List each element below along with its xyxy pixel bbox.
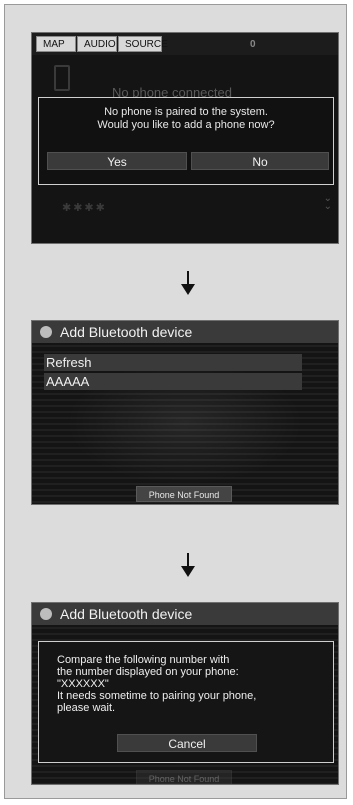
dialog-message: No phone is paired to the system. Would … — [39, 106, 333, 132]
screen-add-bluetooth-device: Add Bluetooth device Refresh AAAAA Phone… — [31, 320, 339, 505]
chevron-down-icon: ⌄ ⌄ — [323, 193, 332, 212]
down-arrow-icon — [181, 271, 195, 295]
top-number: 0 — [250, 39, 256, 50]
compare-number-dialog: Compare the following number with the nu… — [38, 641, 334, 763]
header-title: Add Bluetooth device — [60, 606, 193, 622]
yes-button[interactable]: Yes — [47, 152, 187, 170]
tab-map[interactable]: MAP — [36, 36, 76, 52]
screen-header: Add Bluetooth device — [32, 321, 338, 343]
compare-line: It needs sometime to pairing your phone, — [57, 690, 257, 702]
bottom-indicator-stars: ✱✱✱✱ — [62, 202, 107, 214]
list-item-device[interactable]: AAAAA — [44, 373, 302, 390]
dialog-line: No phone is paired to the system. — [104, 106, 268, 118]
phone-not-found-button[interactable]: Phone Not Found — [136, 770, 232, 784]
down-arrow-icon — [181, 553, 195, 577]
screen-no-phone-dialog: MAP AUDIO SOURCE 0 No phone connected No… — [31, 32, 339, 244]
compare-line: the number displayed on your phone: — [57, 666, 239, 678]
dialog-line: Would you like to add a phone now? — [97, 119, 275, 131]
compare-line: please wait. — [57, 702, 116, 714]
list-item-refresh[interactable]: Refresh — [44, 354, 302, 371]
gear-icon — [40, 608, 52, 620]
compare-line: Compare the following number with — [57, 654, 230, 666]
manual-figure-frame: MAP AUDIO SOURCE 0 No phone connected No… — [4, 4, 347, 799]
tab-source[interactable]: SOURCE — [118, 36, 168, 52]
phone-icon — [54, 65, 70, 91]
phone-not-found-button[interactable]: Phone Not Found — [136, 486, 232, 502]
cancel-button[interactable]: Cancel — [117, 734, 257, 752]
tab-audio[interactable]: AUDIO — [77, 36, 117, 52]
header-title: Add Bluetooth device — [60, 324, 193, 340]
gear-icon — [40, 326, 52, 338]
screen-compare-number: Add Bluetooth device Compare the followi… — [31, 602, 339, 785]
compare-line: "XXXXXX" — [57, 678, 109, 690]
no-phone-dialog: No phone is paired to the system. Would … — [38, 97, 334, 185]
no-button[interactable]: No — [191, 152, 329, 170]
top-bar: MAP AUDIO SOURCE 0 — [32, 33, 338, 55]
screen-header: Add Bluetooth device — [32, 603, 338, 625]
